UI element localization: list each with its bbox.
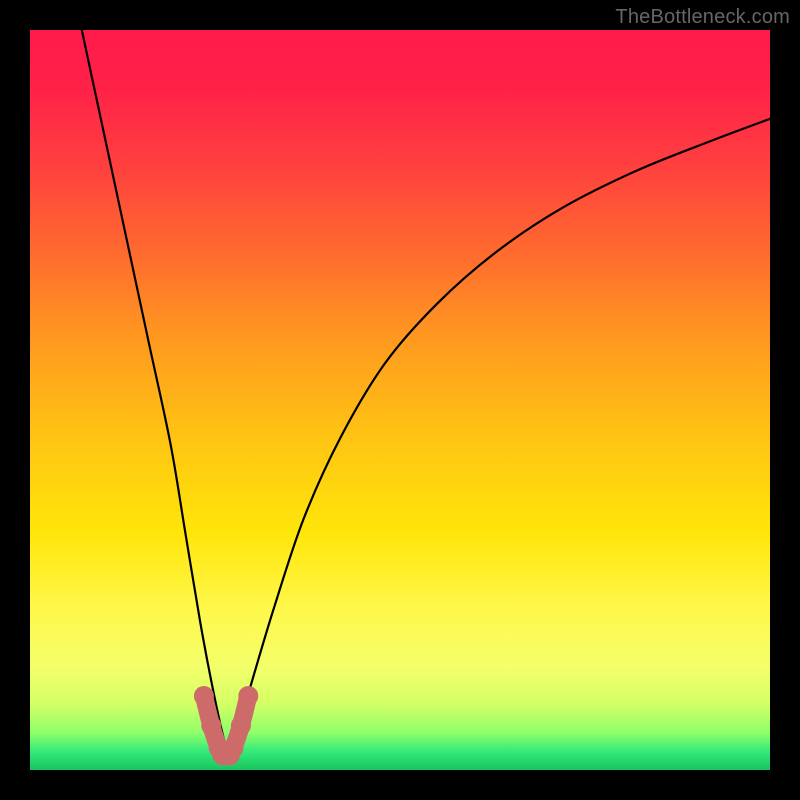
chart-frame: TheBottleneck.com [0, 0, 800, 800]
highlight-dot [224, 738, 244, 758]
watermark-text: TheBottleneck.com [615, 6, 790, 29]
highlight-dot [238, 686, 258, 706]
highlight-dots [194, 686, 258, 765]
curve-layer [30, 30, 770, 770]
highlight-dot [231, 716, 251, 736]
highlight-dot [194, 686, 214, 706]
highlight-dot [201, 716, 221, 736]
bottleneck-curve [82, 30, 770, 755]
plot-area [30, 30, 770, 770]
